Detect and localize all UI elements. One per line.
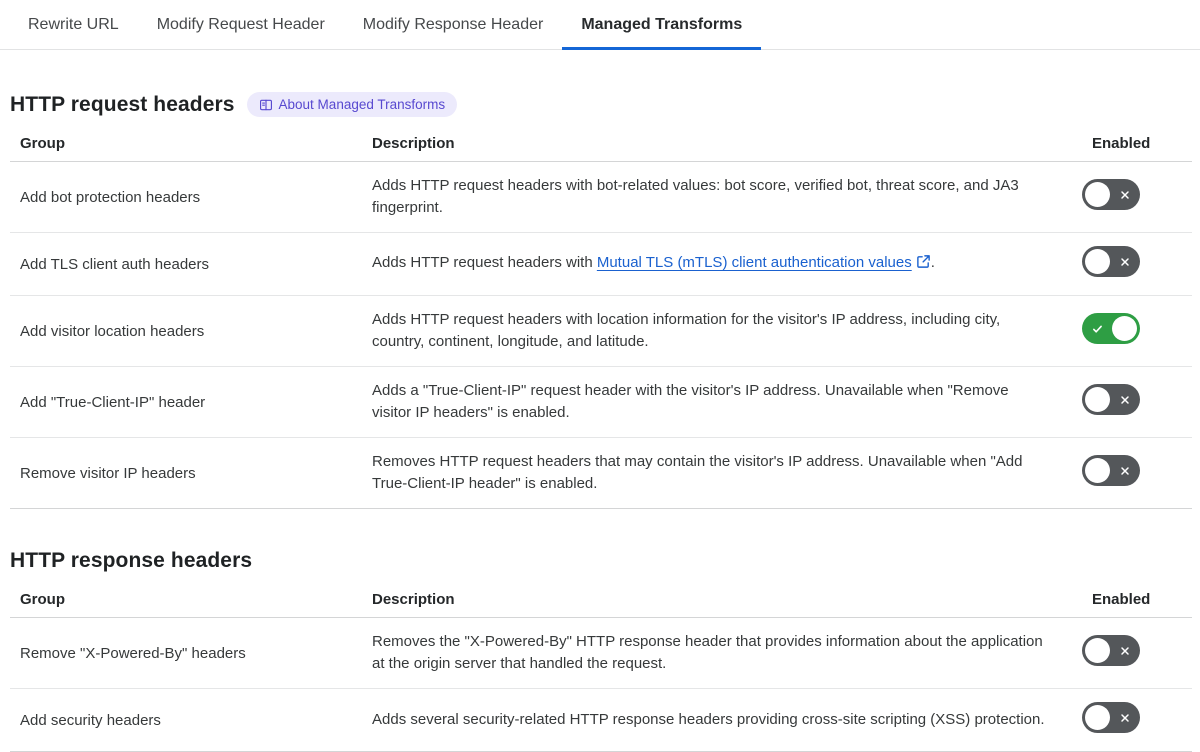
- x-icon: [1119, 256, 1131, 268]
- group-cell: Remove "X-Powered-By" headers: [10, 617, 362, 689]
- enabled-toggle[interactable]: [1082, 246, 1140, 277]
- group-cell: Add security headers: [10, 688, 362, 752]
- group-cell: Add TLS client auth headers: [10, 232, 362, 296]
- enabled-cell: [1082, 688, 1192, 752]
- request-headers-table: Group Description Enabled Add bot protec…: [10, 131, 1192, 509]
- tab-modify-response-header[interactable]: Modify Response Header: [344, 0, 563, 49]
- table-row: Add bot protection headers Adds HTTP requ…: [10, 161, 1192, 233]
- column-header-group: Group: [10, 587, 362, 618]
- column-header-enabled: Enabled: [1082, 587, 1192, 618]
- toggle-knob: [1085, 387, 1110, 412]
- tab-managed-transforms[interactable]: Managed Transforms: [562, 0, 762, 50]
- about-managed-transforms-badge[interactable]: About Managed Transforms: [246, 92, 458, 117]
- column-header-group: Group: [10, 131, 362, 162]
- toggle-knob: [1085, 458, 1110, 483]
- table-row: Add "True-Client-IP" header Adds a "True-…: [10, 366, 1192, 438]
- toggle-knob: [1085, 249, 1110, 274]
- tab-modify-request-header[interactable]: Modify Request Header: [138, 0, 344, 49]
- description-cell: Adds HTTP request headers with Mutual TL…: [362, 232, 1082, 296]
- enabled-cell: [1082, 232, 1192, 296]
- table-header-row: Group Description Enabled: [10, 131, 1192, 162]
- description-cell: Adds HTTP request headers with bot-relat…: [362, 161, 1082, 233]
- toggle-knob: [1085, 182, 1110, 207]
- column-header-description: Description: [362, 587, 1082, 618]
- toggle-knob: [1112, 316, 1137, 341]
- tab-bar: Rewrite URL Modify Request Header Modify…: [0, 0, 1200, 50]
- table-row: Add TLS client auth headers Adds HTTP req…: [10, 232, 1192, 296]
- table-row: Add visitor location headers Adds HTTP re…: [10, 295, 1192, 367]
- tab-rewrite-url[interactable]: Rewrite URL: [9, 0, 138, 49]
- table-row: Add security headers Adds several securit…: [10, 688, 1192, 752]
- x-icon: [1119, 712, 1131, 724]
- table-header-row: Group Description Enabled: [10, 587, 1192, 618]
- response-headers-title: HTTP response headers: [10, 549, 253, 572]
- request-headers-section-head: HTTP request headers About Managed Trans…: [10, 92, 1192, 117]
- enabled-toggle[interactable]: [1082, 179, 1140, 210]
- toggle-knob: [1085, 638, 1110, 663]
- table-row: Remove visitor IP headers Removes HTTP re…: [10, 437, 1192, 509]
- enabled-cell: [1082, 437, 1192, 509]
- toggle-knob: [1085, 705, 1110, 730]
- enabled-toggle[interactable]: [1082, 313, 1140, 344]
- description-text: .: [930, 254, 935, 271]
- enabled-toggle[interactable]: [1082, 384, 1140, 415]
- column-header-description: Description: [362, 131, 1082, 162]
- group-cell: Add bot protection headers: [10, 161, 362, 233]
- book-icon: [259, 98, 273, 112]
- x-icon: [1119, 645, 1131, 657]
- description-cell: Removes the "X-Powered-By" HTTP response…: [362, 617, 1082, 689]
- group-cell: Remove visitor IP headers: [10, 437, 362, 509]
- enabled-toggle[interactable]: [1082, 635, 1140, 666]
- x-icon: [1119, 465, 1131, 477]
- description-cell: Adds a "True-Client-IP" request header w…: [362, 366, 1082, 438]
- enabled-cell: [1082, 161, 1192, 233]
- x-icon: [1119, 189, 1131, 201]
- enabled-toggle[interactable]: [1082, 455, 1140, 486]
- description-cell: Adds several security-related HTTP respo…: [362, 688, 1082, 752]
- description-cell: Adds HTTP request headers with location …: [362, 295, 1082, 367]
- main-content: HTTP request headers About Managed Trans…: [0, 92, 1200, 752]
- enabled-cell: [1082, 617, 1192, 689]
- response-headers-section-head: HTTP response headers: [10, 549, 1192, 573]
- description-text: Adds HTTP request headers with: [372, 254, 597, 271]
- badge-label: About Managed Transforms: [278, 97, 446, 112]
- description-link[interactable]: Mutual TLS (mTLS) client authentication …: [597, 254, 912, 271]
- enabled-toggle[interactable]: [1082, 702, 1140, 733]
- check-icon: [1091, 322, 1104, 335]
- column-header-enabled: Enabled: [1082, 131, 1192, 162]
- external-link-icon: [916, 254, 931, 276]
- enabled-cell: [1082, 295, 1192, 367]
- table-row: Remove "X-Powered-By" headers Removes the…: [10, 617, 1192, 689]
- request-headers-title: HTTP request headers: [10, 92, 235, 116]
- group-cell: Add visitor location headers: [10, 295, 362, 367]
- enabled-cell: [1082, 366, 1192, 438]
- group-cell: Add "True-Client-IP" header: [10, 366, 362, 438]
- x-icon: [1119, 394, 1131, 406]
- response-headers-table: Group Description Enabled Remove "X-Powe…: [10, 587, 1192, 752]
- description-cell: Removes HTTP request headers that may co…: [362, 437, 1082, 509]
